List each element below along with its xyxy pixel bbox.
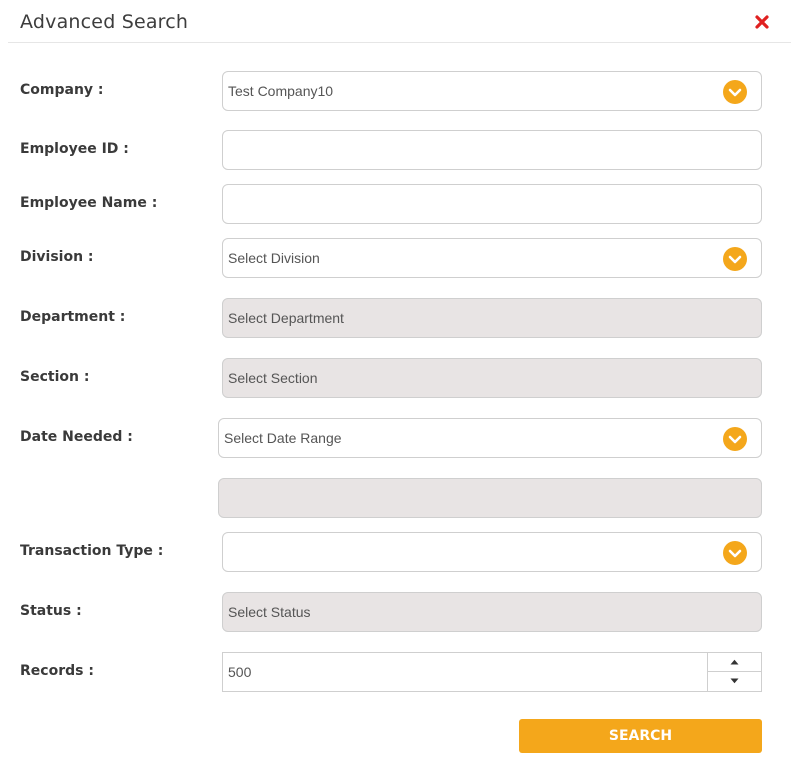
division-label: Division :	[20, 249, 94, 265]
dialog-header: Advanced Search	[8, 0, 791, 43]
status-select: Select Status	[222, 592, 762, 632]
section-value: Select Section	[228, 370, 318, 386]
chevron-down-icon[interactable]	[723, 427, 747, 451]
search-button[interactable]: SEARCH	[519, 719, 762, 753]
status-label: Status :	[20, 603, 82, 619]
spinner-down-button[interactable]	[708, 672, 761, 691]
division-select[interactable]: Select Division	[222, 238, 762, 278]
division-value: Select Division	[228, 250, 320, 266]
caret-down-icon	[730, 678, 739, 684]
transaction-type-select[interactable]	[222, 532, 762, 572]
chevron-down-icon[interactable]	[723, 80, 747, 104]
section-select: Select Section	[222, 358, 762, 398]
company-label: Company :	[20, 82, 104, 98]
records-input[interactable]: 500	[222, 652, 762, 692]
section-label: Section :	[20, 369, 90, 385]
date-range-input	[218, 478, 762, 518]
department-label: Department :	[20, 309, 126, 325]
date-needed-label: Date Needed :	[20, 429, 133, 445]
employee-name-input[interactable]	[222, 184, 762, 224]
records-label: Records :	[20, 663, 94, 679]
company-value: Test Company10	[228, 83, 334, 99]
caret-up-icon	[730, 659, 739, 665]
records-spinner[interactable]	[707, 653, 761, 691]
date-needed-select[interactable]: Select Date Range	[218, 418, 762, 458]
employee-id-input[interactable]	[222, 130, 762, 170]
status-value: Select Status	[228, 604, 311, 620]
company-select[interactable]: Test Company10	[222, 71, 762, 111]
close-icon[interactable]	[754, 14, 770, 30]
records-value: 500	[228, 664, 252, 680]
date-needed-value: Select Date Range	[224, 430, 342, 446]
department-value: Select Department	[228, 310, 344, 326]
department-select: Select Department	[222, 298, 762, 338]
transaction-type-label: Transaction Type :	[20, 543, 164, 559]
dialog-title: Advanced Search	[20, 11, 189, 33]
employee-name-label: Employee Name :	[20, 195, 158, 211]
chevron-down-icon[interactable]	[723, 247, 747, 271]
chevron-down-icon[interactable]	[723, 541, 747, 565]
employee-id-label: Employee ID :	[20, 141, 129, 157]
spinner-up-button[interactable]	[708, 653, 761, 672]
